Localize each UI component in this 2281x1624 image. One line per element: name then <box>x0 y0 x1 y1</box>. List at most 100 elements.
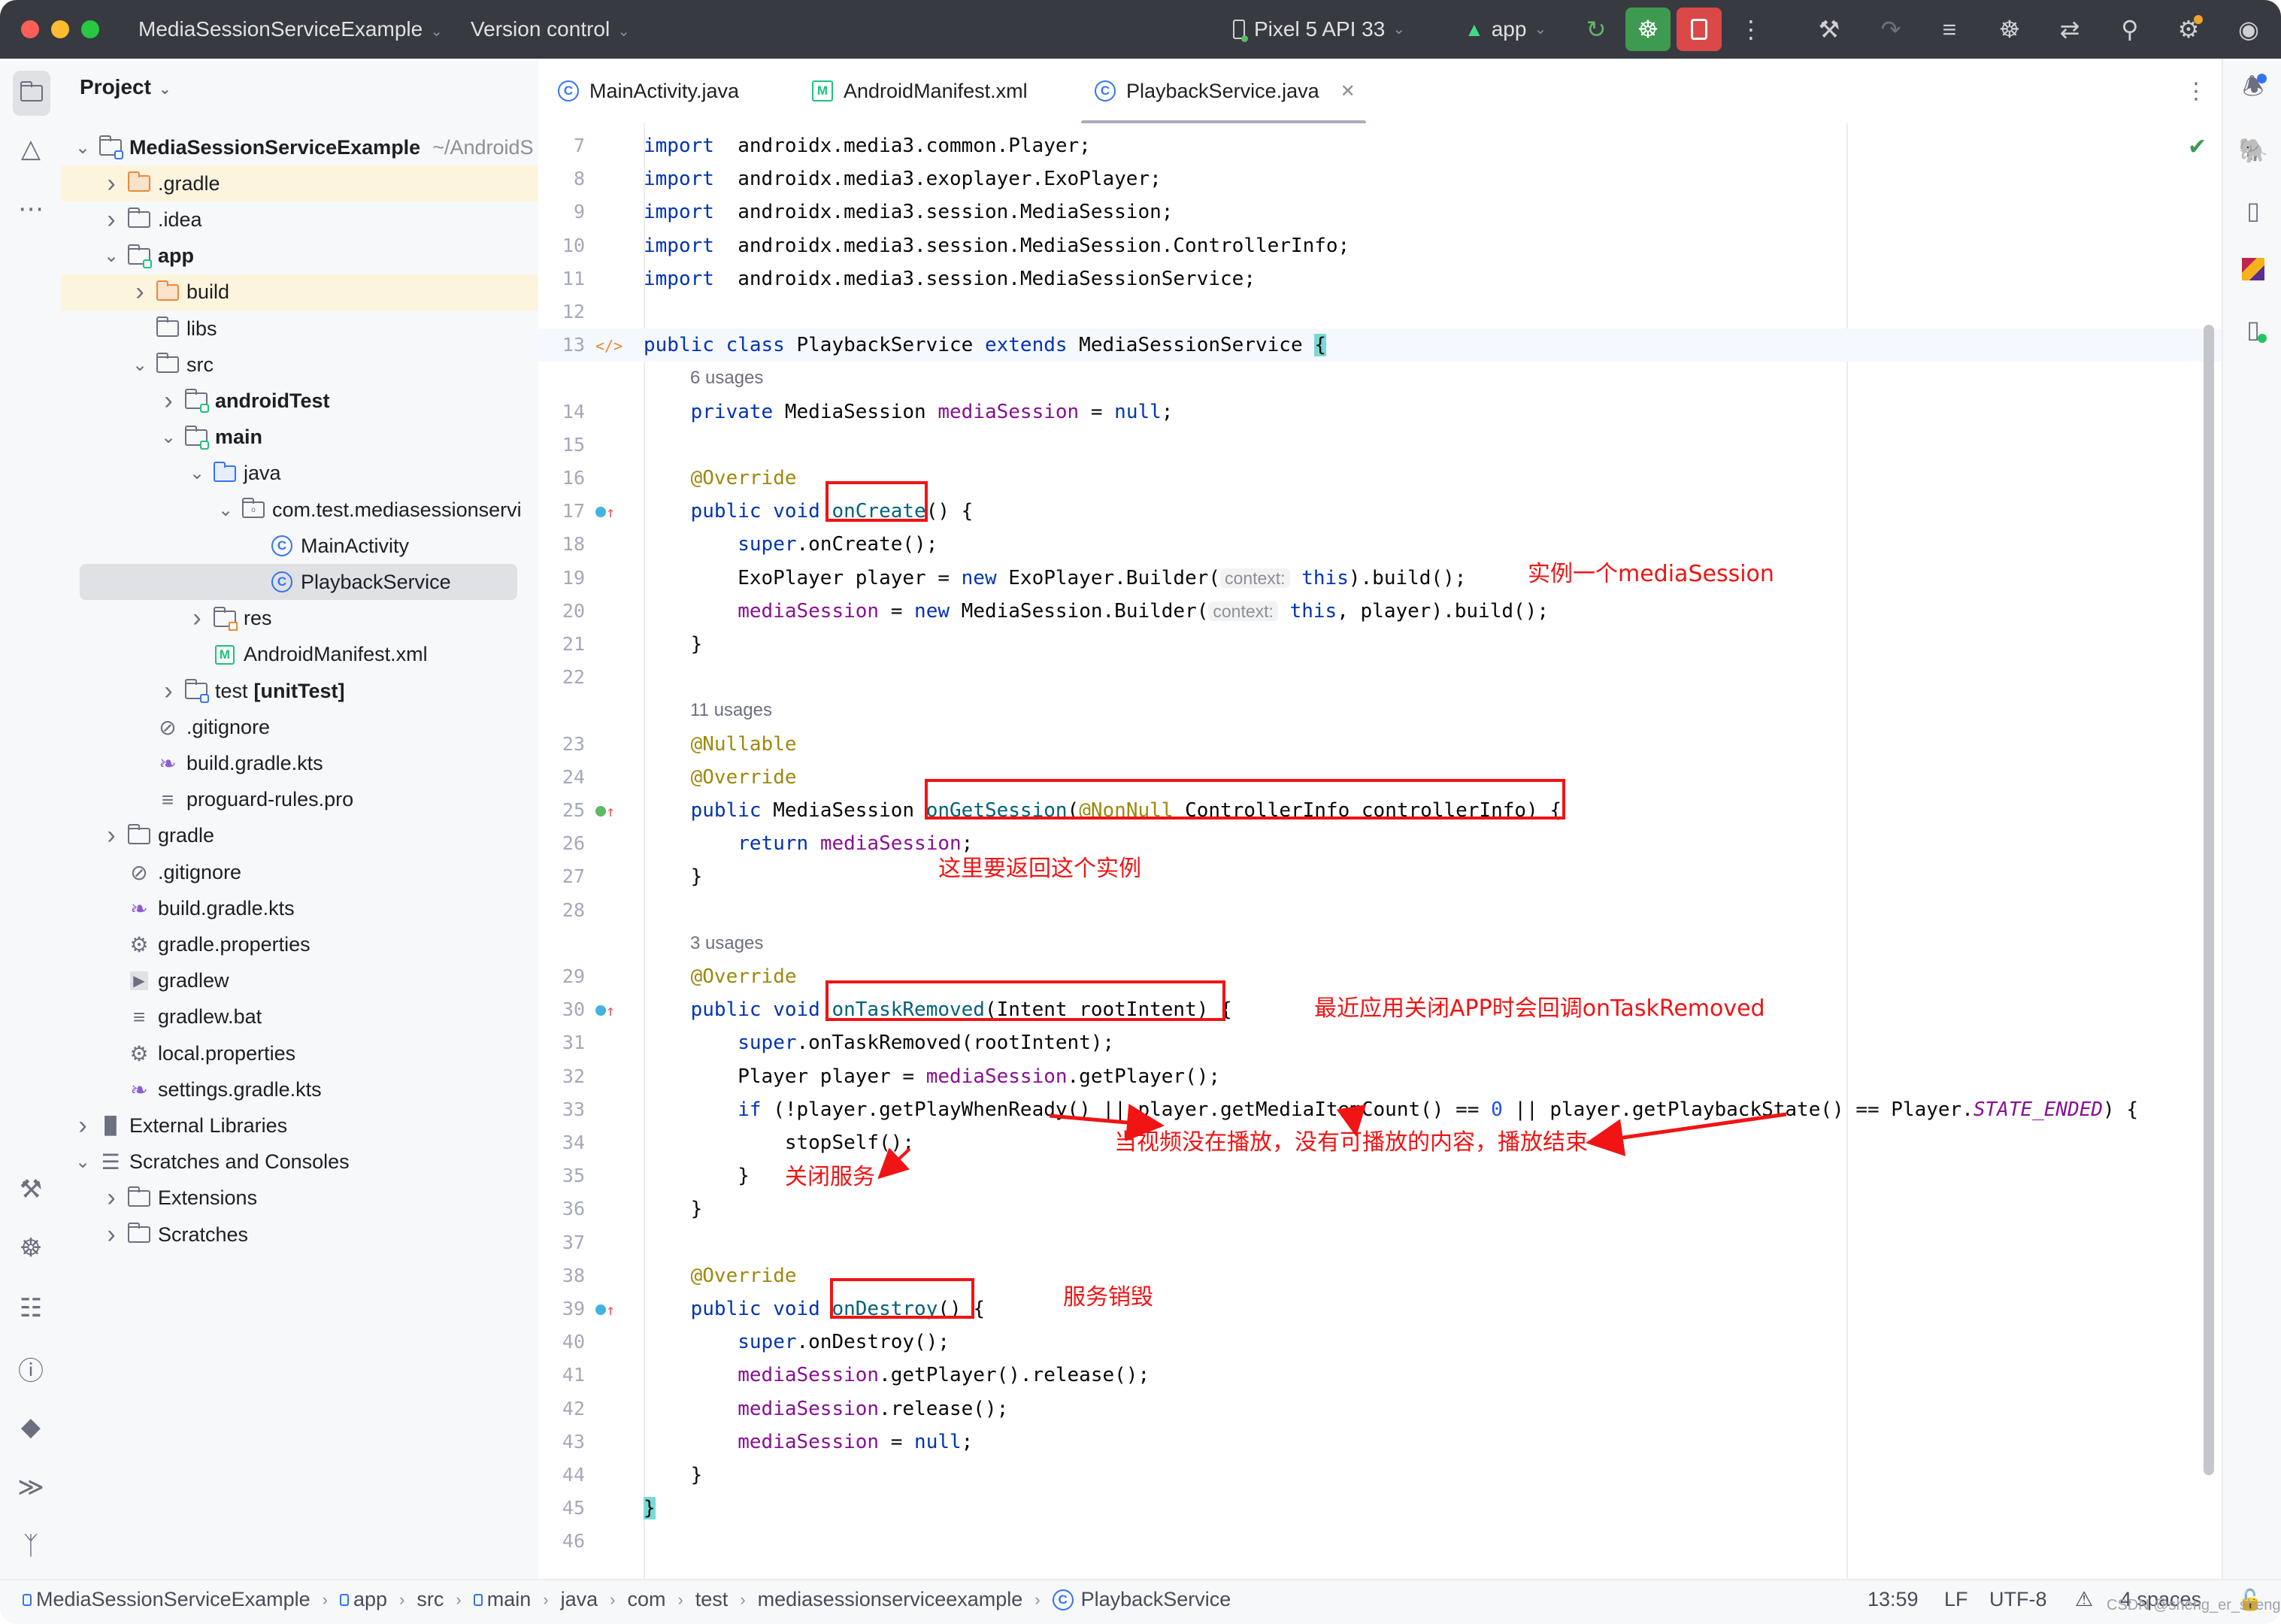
tree-item[interactable]: › Extensions <box>62 1180 538 1216</box>
tree-item[interactable]: ▶ gradlew <box>62 963 538 999</box>
tree-item[interactable]: › test [unitTest] <box>62 673 538 709</box>
chevron-right-icon[interactable]: › <box>101 1220 122 1250</box>
problems-icon[interactable]: ⓘ <box>13 1350 49 1386</box>
tree-item[interactable]: libs <box>62 311 538 347</box>
tree-item[interactable]: ⌄ main <box>62 420 538 456</box>
stop-button[interactable] <box>1677 8 1722 51</box>
gradle-icon[interactable]: 🐘 <box>2235 132 2271 168</box>
tree-item[interactable]: › build <box>62 274 538 311</box>
breadcrumb-item[interactable]: MediaSessionServiceExample <box>23 1588 310 1611</box>
search-icon[interactable]: ⚲ <box>2113 12 2147 47</box>
tree-item[interactable]: ⌄ ☰ Scratches and Consoles <box>62 1144 538 1180</box>
project-icon[interactable] <box>13 71 50 116</box>
tree-item[interactable]: › Scratches <box>62 1216 538 1253</box>
build-icon[interactable]: ⚒ <box>13 1171 49 1207</box>
tree-item[interactable]: ⚙ local.properties <box>62 1035 538 1071</box>
logcat-icon[interactable]: ☷ <box>13 1290 49 1326</box>
running-devices-icon[interactable]: ▯ <box>2235 311 2271 347</box>
tree-item[interactable]: › res <box>62 601 538 637</box>
settings-icon[interactable]: ⚙ <box>2171 12 2206 47</box>
tab-playbackservice[interactable]: C PlaybackService.java ✕ <box>1081 59 1366 125</box>
chevron-right-icon[interactable]: › <box>158 677 179 706</box>
tree-item[interactable]: ❧ build.gradle.kts <box>62 890 538 926</box>
chevron-right-icon[interactable]: › <box>158 386 179 416</box>
minimize-window-button[interactable] <box>51 20 69 38</box>
chevron-right-icon[interactable]: › <box>101 1183 122 1213</box>
chevron-down-icon[interactable]: ⌄ <box>215 499 236 521</box>
breadcrumb-item[interactable]: src <box>417 1588 444 1611</box>
more-actions-icon[interactable]: ⋮ <box>1734 12 1768 47</box>
line-separator[interactable]: LF <box>1944 1588 1968 1611</box>
resource-manager-icon[interactable]: △ <box>13 131 49 167</box>
breadcrumb-item[interactable]: java <box>561 1588 598 1611</box>
tree-item[interactable]: ≡ gradlew.bat <box>62 999 538 1035</box>
project-view-selector[interactable]: Project ⌄ <box>80 75 171 99</box>
tree-item[interactable]: C PlaybackService <box>62 564 538 601</box>
gradle-sync-icon[interactable]: ⇄ <box>2052 12 2087 47</box>
tree-item[interactable]: ⌄ app <box>62 238 538 274</box>
chevron-right-icon[interactable]: › <box>129 277 150 307</box>
tree-item[interactable]: ⌄ o com.test.mediasessionservi <box>62 492 538 528</box>
tab-mainactivity[interactable]: C MainActivity.java <box>558 59 739 123</box>
run-config-selector[interactable]: ▲ app ⌄ <box>1465 15 1546 44</box>
caret-position[interactable]: 13:59 <box>1868 1588 1919 1611</box>
chevron-down-icon[interactable]: ⌄ <box>129 354 150 376</box>
device-manager-icon[interactable]: ▯ <box>2235 192 2271 229</box>
tree-item[interactable]: M AndroidManifest.xml <box>62 637 538 673</box>
chevron-down-icon[interactable]: ⌄ <box>101 245 122 267</box>
account-icon[interactable]: ◉ <box>2231 12 2266 47</box>
tree-item[interactable]: ⌄ MediaSessionServiceExample ~/AndroidS <box>62 129 538 165</box>
chevron-down-icon[interactable]: ⌄ <box>158 426 179 448</box>
tree-item[interactable]: › gradle <box>62 818 538 854</box>
debug-icon[interactable]: ☸ <box>13 1230 49 1266</box>
chevron-down-icon[interactable]: ⌄ <box>186 462 208 484</box>
debug-button[interactable]: ☸ <box>1625 8 1671 51</box>
terminal-icon[interactable]: ≫ <box>13 1469 49 1505</box>
breadcrumb-item[interactable]: mediasessionserviceexample <box>758 1588 1023 1611</box>
translate-icon[interactable]: ↷ <box>1874 12 1908 47</box>
chevron-right-icon[interactable]: › <box>186 604 208 633</box>
breadcrumb-item[interactable]: com <box>627 1588 665 1611</box>
rerun-icon[interactable]: ↻ <box>1579 12 1613 47</box>
tree-item[interactable]: ⊘ .gitignore <box>62 709 538 745</box>
build-icon[interactable]: ⚒ <box>1812 12 1846 47</box>
chevron-down-icon[interactable]: ⌄ <box>72 137 93 159</box>
tree-item[interactable]: › .gradle <box>62 165 538 202</box>
device-selector[interactable]: Pixel 5 API 33 ⌄ <box>1233 15 1405 44</box>
chevron-down-icon[interactable]: ⌄ <box>72 1151 93 1173</box>
plantuml-icon[interactable] <box>2235 251 2271 287</box>
breadcrumb-item[interactable]: app <box>340 1588 387 1611</box>
app-quality-icon[interactable]: ◆ <box>13 1409 49 1445</box>
close-tab-icon[interactable]: ✕ <box>1340 80 1356 102</box>
chevron-right-icon[interactable]: › <box>72 1111 93 1141</box>
chevron-right-icon[interactable]: › <box>101 821 122 850</box>
breadcrumb-item[interactable]: C PlaybackService <box>1052 1588 1231 1611</box>
tree-item[interactable]: › ▐▌ External Libraries <box>62 1107 538 1144</box>
tree-item[interactable]: ⊘ .gitignore <box>62 854 538 890</box>
tree-item[interactable]: C MainActivity <box>62 528 538 564</box>
more-tools-icon[interactable]: ⋯ <box>13 191 49 227</box>
chevron-right-icon[interactable]: › <box>101 205 122 235</box>
close-window-button[interactable] <box>21 20 39 38</box>
problems-indicator-icon[interactable]: ⚠ <box>2075 1588 2093 1611</box>
tree-item[interactable]: › .idea <box>62 201 538 238</box>
breadcrumb-item[interactable]: main <box>473 1588 531 1611</box>
tree-item[interactable]: ❧ build.gradle.kts <box>62 745 538 781</box>
tree-item[interactable]: › androidTest <box>62 383 538 419</box>
code-editor[interactable]: 7 import androidx.media3.common.Player; 8 i… <box>538 123 2222 1579</box>
attach-debugger-icon[interactable]: ☸ <box>1992 12 2027 47</box>
tab-actions-icon[interactable]: ⋮ <box>2185 59 2207 123</box>
tab-androidmanifest[interactable]: M AndroidManifest.xml <box>812 59 1028 123</box>
project-selector[interactable]: MediaSessionServiceExample ⌄ <box>138 15 443 46</box>
tree-item[interactable]: ≡ proguard-rules.pro <box>62 782 538 818</box>
tree-item[interactable]: ⚙ gradle.properties <box>62 926 538 962</box>
zoom-window-button[interactable] <box>81 20 99 38</box>
vcs-selector[interactable]: Version control ⌄ <box>471 15 630 46</box>
chevron-right-icon[interactable]: › <box>101 169 122 198</box>
git-icon[interactable]: ᛉ <box>13 1528 49 1564</box>
tree-item[interactable]: ❧ settings.gradle.kts <box>62 1071 538 1107</box>
notifications-icon[interactable]: 🕭 <box>2235 72 2271 108</box>
code-format-icon[interactable]: ≡ <box>1932 12 1967 47</box>
tree-item[interactable]: ⌄ java <box>62 456 538 492</box>
tree-item[interactable]: ⌄ src <box>62 347 538 383</box>
